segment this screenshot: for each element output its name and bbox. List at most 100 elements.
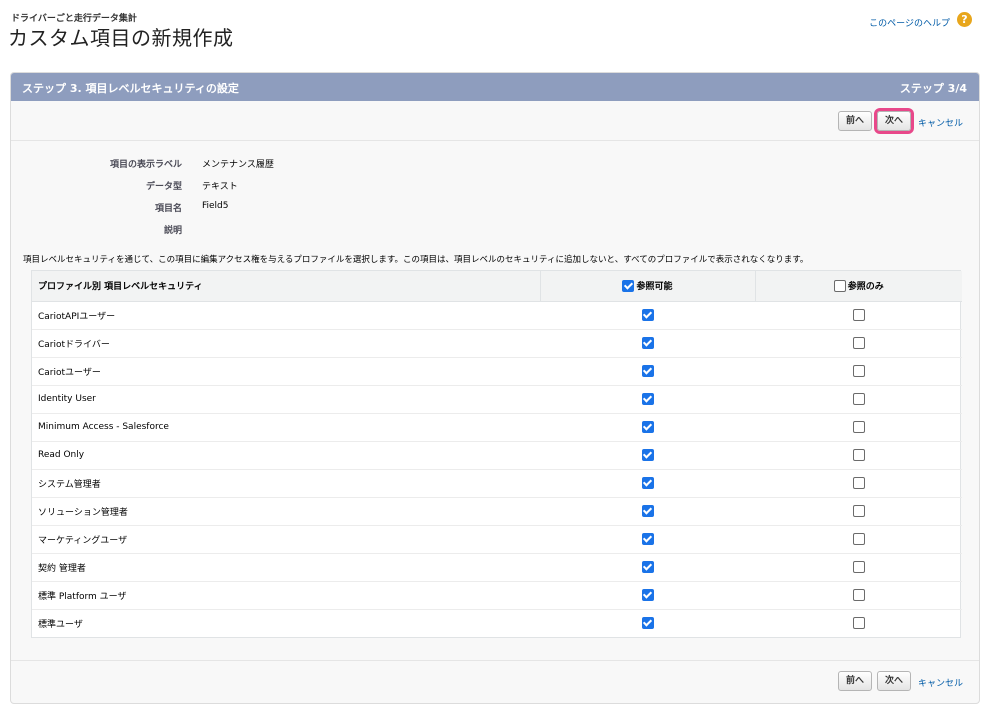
next-button-bottom[interactable]: 次へ: [876, 671, 911, 691]
table-row: 契約 管理者: [32, 553, 962, 582]
help-link[interactable]: このページのヘルプ: [869, 16, 950, 29]
step-panel: ステップ 3. 項目レベルセキュリティの設定 ステップ 3/4 前へ 次へ キャ…: [10, 72, 980, 704]
column-header-readonly-label: 参照のみ: [847, 282, 884, 292]
readonly-cell: [755, 525, 962, 554]
column-header-readonly: 参照のみ: [754, 271, 962, 302]
visible-checkbox[interactable]: [641, 477, 654, 489]
profile-name: Identity User: [32, 385, 540, 414]
select-all-visible-checkbox[interactable]: [622, 279, 635, 292]
profile-name: マーケティングユーザ: [32, 525, 540, 554]
visible-checkbox[interactable]: [641, 421, 654, 433]
readonly-cell: [755, 441, 962, 470]
visible-checkbox[interactable]: [641, 337, 654, 349]
visible-cell: [540, 357, 755, 386]
field-label: 項目名: [154, 204, 182, 214]
table-row: ソリューション管理者: [32, 497, 962, 526]
visible-cell: [540, 413, 755, 442]
field-label: 項目の表示ラベル: [109, 160, 182, 170]
readonly-checkbox[interactable]: [852, 365, 865, 377]
visible-checkbox[interactable]: [641, 365, 654, 377]
table-row: 標準 Platform ユーザ: [32, 581, 962, 610]
visible-cell: [540, 609, 755, 637]
profile-name: Read Only: [32, 441, 540, 470]
help-icon[interactable]: ?: [957, 12, 972, 27]
table-row: Identity User: [32, 385, 962, 414]
panel-header: ステップ 3. 項目レベルセキュリティの設定 ステップ 3/4: [11, 73, 979, 101]
readonly-cell: [755, 553, 962, 582]
field-value: メンテナンス履歴: [202, 160, 274, 170]
table-row: Cariotドライバー: [32, 329, 962, 358]
profile-name: CariotAPIユーザー: [32, 301, 540, 330]
readonly-cell: [755, 385, 962, 414]
profile-name: 標準ユーザ: [38, 619, 83, 630]
instruction-text: 項目レベルセキュリティを通じて、この項目に編集アクセス権を与えるプロファイルを選…: [23, 255, 809, 265]
field-value: テキスト: [202, 182, 238, 192]
panel-title: ステップ 3. 項目レベルセキュリティの設定: [22, 82, 239, 95]
next-button-top[interactable]: 次へ: [876, 111, 911, 131]
visible-checkbox[interactable]: [641, 505, 654, 517]
readonly-checkbox[interactable]: [852, 589, 865, 601]
field-label: データ型: [145, 182, 182, 192]
readonly-cell: [755, 581, 962, 610]
table-row: マーケティングユーザ: [32, 525, 962, 554]
profile-name: 標準 Platform ユーザ: [32, 581, 540, 610]
readonly-checkbox[interactable]: [852, 505, 865, 517]
prev-button-top[interactable]: 前へ: [837, 111, 872, 131]
readonly-checkbox[interactable]: [852, 421, 865, 433]
field-row-label: 項目の表示ラベル メンテナンス履歴: [11, 157, 979, 171]
bottom-button-bar: 前へ 次へ キャンセル: [11, 660, 979, 700]
visible-cell: [540, 581, 755, 610]
readonly-checkbox[interactable]: [852, 393, 865, 405]
visible-checkbox[interactable]: [641, 309, 654, 321]
visible-checkbox[interactable]: [641, 589, 654, 601]
readonly-checkbox[interactable]: [852, 449, 865, 461]
field-level-security-table: プロファイル別 項目レベルセキュリティ 参照可能 参照のみ CariotAPIユ…: [31, 270, 962, 638]
field-row-datatype: データ型 テキスト: [11, 179, 979, 193]
select-all-readonly-checkbox[interactable]: [833, 279, 846, 292]
visible-cell: [540, 469, 755, 498]
visible-checkbox[interactable]: [641, 617, 654, 630]
column-header-visible-label: 参照可能: [636, 282, 673, 292]
table-body: CariotAPIユーザー Cariotドライバー Cariotユーザー Identi…: [32, 301, 962, 637]
cancel-link-top[interactable]: キャンセル: [918, 116, 963, 129]
readonly-checkbox[interactable]: [852, 617, 865, 630]
visible-checkbox[interactable]: [641, 393, 654, 405]
table-row: CariotAPIユーザー: [32, 301, 962, 330]
field-row-description: 説明: [11, 223, 979, 237]
column-header-visible: 参照可能: [539, 271, 755, 302]
table-row: Cariotユーザー: [32, 357, 962, 386]
readonly-checkbox[interactable]: [852, 337, 865, 349]
visible-cell: [540, 497, 755, 526]
table-row: 標準ユーザ: [32, 609, 962, 637]
column-header-profile: プロファイル別 項目レベルセキュリティ: [32, 271, 540, 302]
top-button-bar: 前へ 次へ キャンセル: [11, 101, 979, 141]
visible-checkbox[interactable]: [641, 449, 654, 461]
visible-cell: [540, 553, 755, 582]
field-value: Field5: [202, 201, 229, 211]
readonly-cell: [755, 413, 962, 442]
readonly-cell: [755, 301, 962, 330]
table-row: Minimum Access - Salesforce: [32, 413, 962, 442]
visible-cell: [540, 441, 755, 470]
page-title: カスタム項目の新規作成: [8, 26, 234, 50]
profile-name: システム管理者: [32, 469, 540, 498]
profile-name: Cariotユーザー: [32, 357, 540, 386]
visible-cell: [540, 329, 755, 358]
profile-name: Cariotドライバー: [32, 329, 540, 358]
readonly-cell: [755, 469, 962, 498]
field-row-name: 項目名 Field5: [11, 201, 979, 215]
readonly-checkbox[interactable]: [852, 533, 865, 545]
step-indicator: ステップ 3/4: [899, 82, 967, 95]
prev-button-bottom[interactable]: 前へ: [837, 671, 872, 691]
readonly-checkbox[interactable]: [852, 309, 865, 321]
cancel-link-bottom[interactable]: キャンセル: [918, 676, 963, 689]
visible-cell: [540, 525, 755, 554]
readonly-cell: [755, 609, 962, 637]
visible-cell: [540, 301, 755, 330]
visible-checkbox[interactable]: [641, 533, 654, 545]
field-label: 説明: [163, 226, 182, 236]
readonly-checkbox[interactable]: [852, 477, 865, 489]
visible-cell: [540, 385, 755, 414]
readonly-checkbox[interactable]: [852, 561, 865, 573]
visible-checkbox[interactable]: [641, 561, 654, 573]
